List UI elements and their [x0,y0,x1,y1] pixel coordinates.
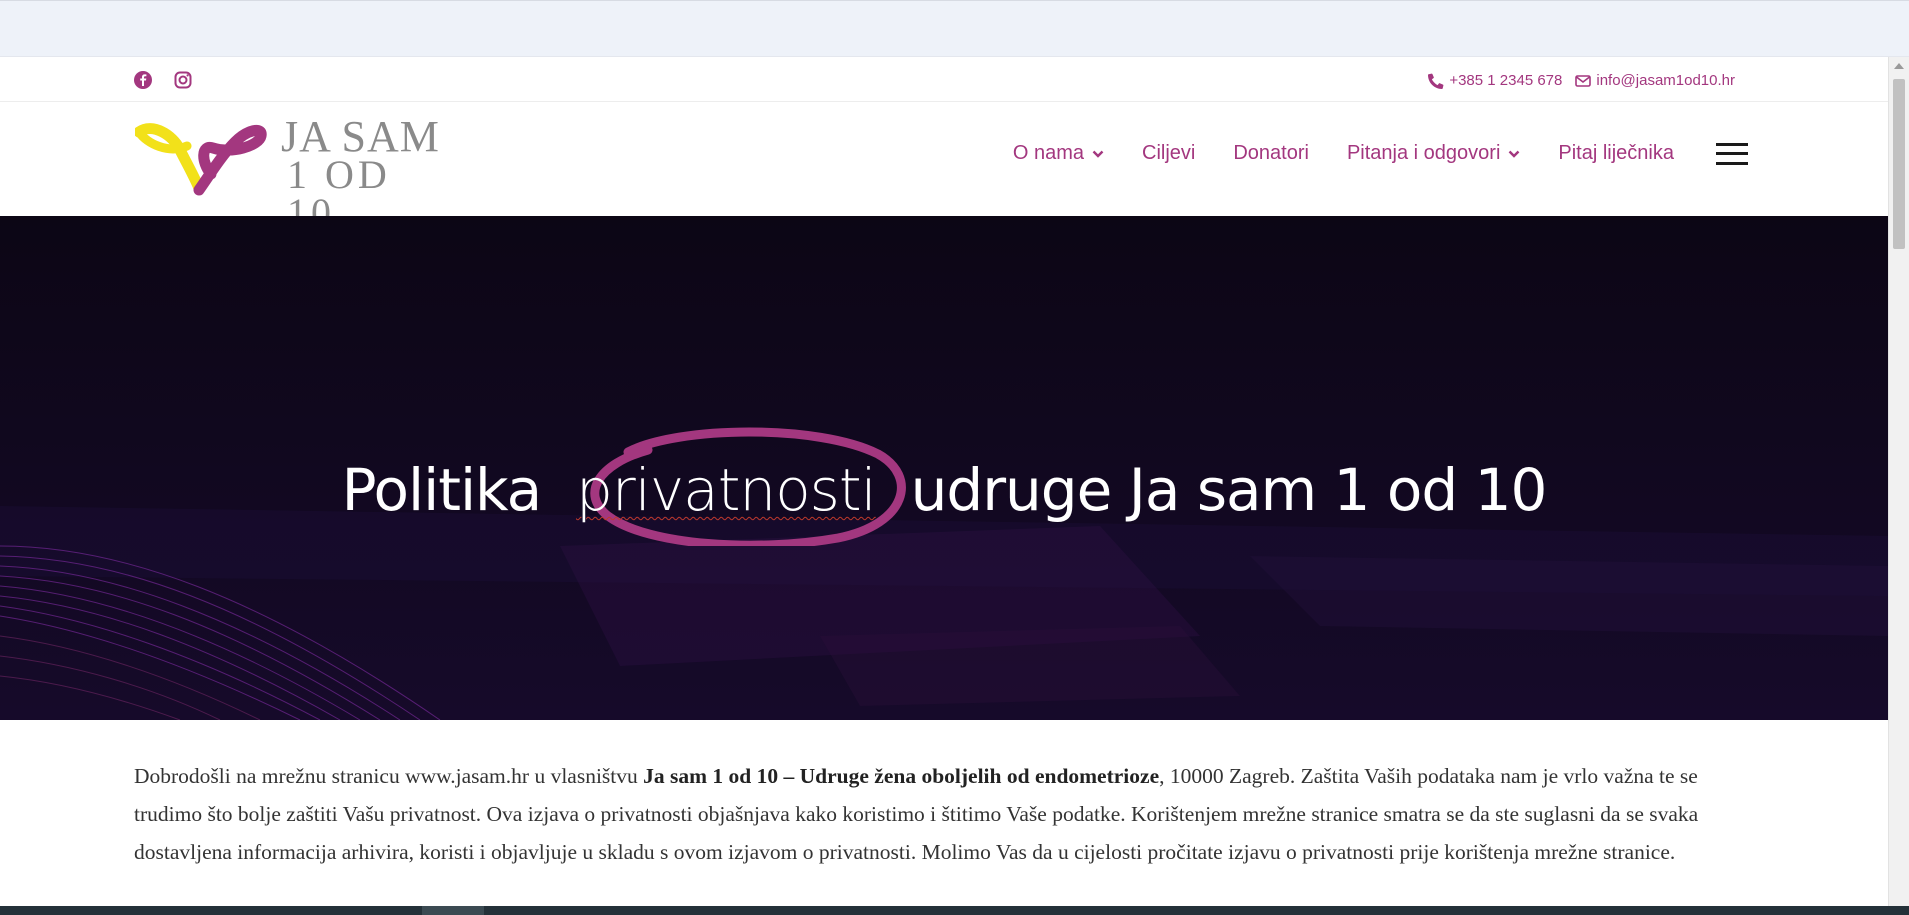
hero-banner: Politika privatnosti udruge Ja sam 1 od … [0,216,1888,720]
site-logo[interactable]: JA SAM 1 OD 10 [135,115,447,233]
title-part-3: udruge Ja sam 1 od 10 [910,456,1548,524]
instagram-icon[interactable] [173,70,193,90]
phone-icon [1428,73,1444,89]
nav-label: Pitanja i odgovori [1346,142,1501,164]
chevron-down-icon [1092,150,1104,158]
phone-text: +385 1 2345 678 [1449,72,1563,89]
taskbar-active-item[interactable] [422,906,484,915]
hamburger-line [1716,152,1748,155]
nav-item-pitanja-i-odgovori[interactable]: Pitanja i odgovori [1347,142,1520,165]
main-navigation: O nama Ciljevi Donatori Pitanja i odgovo… [1013,142,1748,165]
nav-label: O nama [1012,142,1084,164]
organization-name: Ja sam 1 od 10 – Udruge žena oboljelih o… [643,764,1160,788]
title-part-2: privatnosti [576,456,877,524]
intro-text-start: Dobrodošli na mrežnu stranicu www.jasam.… [134,764,644,788]
privacy-intro-paragraph: Dobrodošli na mrežnu stranicu www.jasam.… [134,757,1747,871]
nav-item-pitaj-lijecnika[interactable]: Pitaj liječnika [1558,142,1674,165]
nav-item-ciljevi[interactable]: Ciljevi [1142,142,1195,165]
intro-text: Dobrodošli na mrežnu stranicu www.jasam.… [134,757,1747,871]
phone-link[interactable]: +385 1 2345 678 [1428,72,1562,89]
nav-label: Pitaj liječnika [1558,142,1674,164]
email-text: info@jasam1od10.hr [1596,72,1735,89]
nav-label: Donatori [1233,142,1309,164]
chevron-down-icon [1509,150,1520,158]
scroll-up-arrow-icon[interactable] [1894,63,1904,69]
top-contact-bar: +385 1 2345 678 info@jasam1od10.hr [0,57,1888,102]
hamburger-line [1716,161,1748,165]
os-taskbar [0,906,1909,915]
social-links [133,70,193,90]
hamburger-line [1716,142,1748,146]
page-viewport: +385 1 2345 678 info@jasam1od10.hr JA SA… [0,57,1888,906]
browser-top-strip [0,0,1909,57]
nav-item-o-nama[interactable]: O nama [1013,142,1104,165]
site-header: JA SAM 1 OD 10 O nama Ciljevi Donatori P… [0,102,1888,233]
envelope-icon [1575,74,1592,87]
email-link[interactable]: info@jasam1od10.hr [1575,72,1735,89]
facebook-icon[interactable] [133,70,153,90]
logo-wordmark: JA SAM 1 OD 10 [281,112,447,233]
contact-info: +385 1 2345 678 info@jasam1od10.hr [1428,72,1735,89]
nav-label: Ciljevi [1142,142,1196,164]
hamburger-icon[interactable] [1716,142,1748,165]
page-title: Politika privatnosti udruge Ja sam 1 od … [0,456,1888,524]
ribbon-logo-icon [135,123,267,196]
title-part-1: Politika [341,456,543,524]
scrollbar-thumb[interactable] [1893,79,1905,249]
vertical-scrollbar[interactable] [1888,57,1909,906]
nav-item-donatori[interactable]: Donatori [1233,142,1309,165]
logo-line-1: JA SAM [281,112,440,161]
